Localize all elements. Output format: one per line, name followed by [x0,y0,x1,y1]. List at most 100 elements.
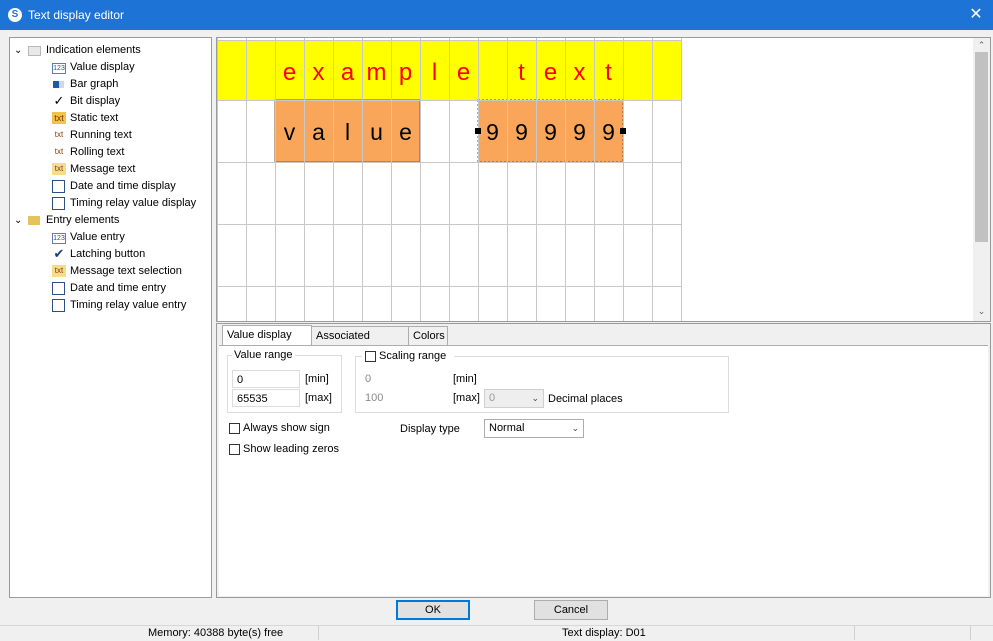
tree-item-label: Running text [70,129,132,141]
window-title: Text display editor [28,8,125,22]
display-char: e [457,59,470,86]
calendar-clock-icon [52,282,65,295]
chevron-down-icon[interactable]: ⌄ [14,42,22,59]
tree-group-label: Entry elements [46,214,120,226]
tree-item-label: Message text selection [70,265,182,277]
value-display-icon: 123 [52,63,66,74]
tree-item-label: Date and time display [70,180,176,192]
display-char: a [341,59,355,86]
folder-icon [28,46,41,56]
value-entry-icon: 123 [52,233,66,244]
tab-value-display[interactable]: Value display (03) [222,325,312,360]
display-char: m [367,59,387,86]
latching-button-icon: ✔ [53,246,65,261]
display-char: 9 [486,119,499,145]
tree-item-label: Latching button [70,248,146,260]
element-tree: ⌄ Indication elements 123 Value display … [9,37,212,598]
message-text-icon: txt [52,163,66,175]
display-char: e [283,59,296,86]
ok-button[interactable]: OK [396,600,470,620]
tree-item-label: Value entry [70,231,125,243]
display-char: 9 [544,119,557,145]
tree-item-label: Bar graph [70,78,119,90]
always-show-sign-checkbox[interactable] [229,423,240,434]
show-leading-zeros-label: Show leading zeros [243,443,340,455]
display-char: u [370,119,383,145]
tree-item-label: Bit display [70,95,121,107]
scaling-min-unit: [min] [453,373,477,385]
app-icon: S [8,8,22,22]
value-min-input[interactable]: 0 [232,370,300,388]
display-grid[interactable]: e x a m p l e t e x tv a l u e 9 9 9 9 9 [217,38,991,322]
message-text-selection-icon: txt [52,265,66,277]
chevron-down-icon: ⌄ [531,393,539,403]
value-min-unit: [min] [305,373,329,385]
tree-item-label: Timing relay value display [70,197,197,209]
memory-status: Memory: 40388 byte(s) free [148,627,284,639]
tree-item-label: Timing relay value entry [70,299,187,311]
cancel-button[interactable]: Cancel [534,600,608,620]
tab-associated-variable[interactable]: Associated variable [311,326,409,361]
display-char: 9 [515,119,528,145]
display-char: 9 [573,119,586,145]
display-char: l [432,59,437,86]
chevron-down-icon: ⌄ [571,423,579,433]
static-text-icon: txt [52,112,66,124]
close-button[interactable]: ✕ [963,3,989,27]
selection-handle [475,128,481,134]
tree-item-label: Message text [70,163,136,175]
timing-relay-icon [52,299,65,312]
scroll-up-arrow-icon[interactable]: ⌃ [975,40,988,50]
rolling-text-icon: txt [54,147,64,156]
status-separator [318,626,319,640]
show-leading-zeros-checkbox[interactable] [229,444,240,455]
value-range-title: Value range [232,349,295,361]
scaling-max-input[interactable]: 100 [365,390,383,406]
tree-item-label: Date and time entry [70,282,166,294]
display-char: l [345,119,350,145]
display-type-label: Display type [400,423,460,435]
tree-item-label: Rolling text [70,146,125,158]
scaling-range-checkbox[interactable] [365,351,376,362]
chevron-down-icon[interactable]: ⌄ [14,212,22,229]
title-bar [0,0,993,30]
tab-colors[interactable]: Colors [408,326,448,345]
display-char: t [518,59,525,86]
status-separator [970,626,971,640]
folder-icon [28,216,40,225]
bar-graph-icon [53,81,64,88]
display-type-select[interactable]: Normal ⌄ [484,419,584,438]
display-char: e [544,59,557,86]
text-display-canvas[interactable]: exampletextvalue99999 [216,37,991,322]
display-char: x [574,59,586,86]
timing-relay-icon [52,197,65,210]
tree-group-indication[interactable]: ⌄ Indication elements [14,42,210,59]
calendar-clock-icon [52,180,65,193]
display-char: 9 [602,119,615,145]
scaling-max-unit: [max] [453,392,480,404]
running-text-icon: txt [54,130,64,139]
tree-item-label: Value display [70,61,135,73]
value-max-input[interactable]: 65535 [232,389,300,407]
tree-item-label: Static text [70,112,119,124]
selection-handle [620,128,626,134]
value-max-unit: [max] [305,392,332,404]
text-display-status: Text display: D01 [562,627,646,639]
decimal-places-select[interactable]: 0 ⌄ [484,389,544,408]
scroll-down-arrow-icon[interactable]: ⌄ [975,306,988,316]
scaling-range-label: Scaling range [379,350,447,362]
always-show-sign-label: Always show sign [243,422,330,434]
scaling-min-input[interactable]: 0 [365,371,371,387]
display-char: t [605,59,612,86]
tree-group-entry[interactable]: ⌄ Entry elements [14,212,210,229]
decimal-places-value: 0 [489,392,496,404]
display-char: v [284,119,296,145]
display-char: p [399,59,412,86]
checkmark-icon: ✓ [53,93,65,108]
scrollbar-thumb[interactable] [975,52,988,242]
display-char: e [399,119,412,145]
display-char: x [313,59,325,86]
decimal-places-label: Decimal places [548,393,623,405]
status-separator [854,626,855,640]
display-char: a [312,119,325,145]
